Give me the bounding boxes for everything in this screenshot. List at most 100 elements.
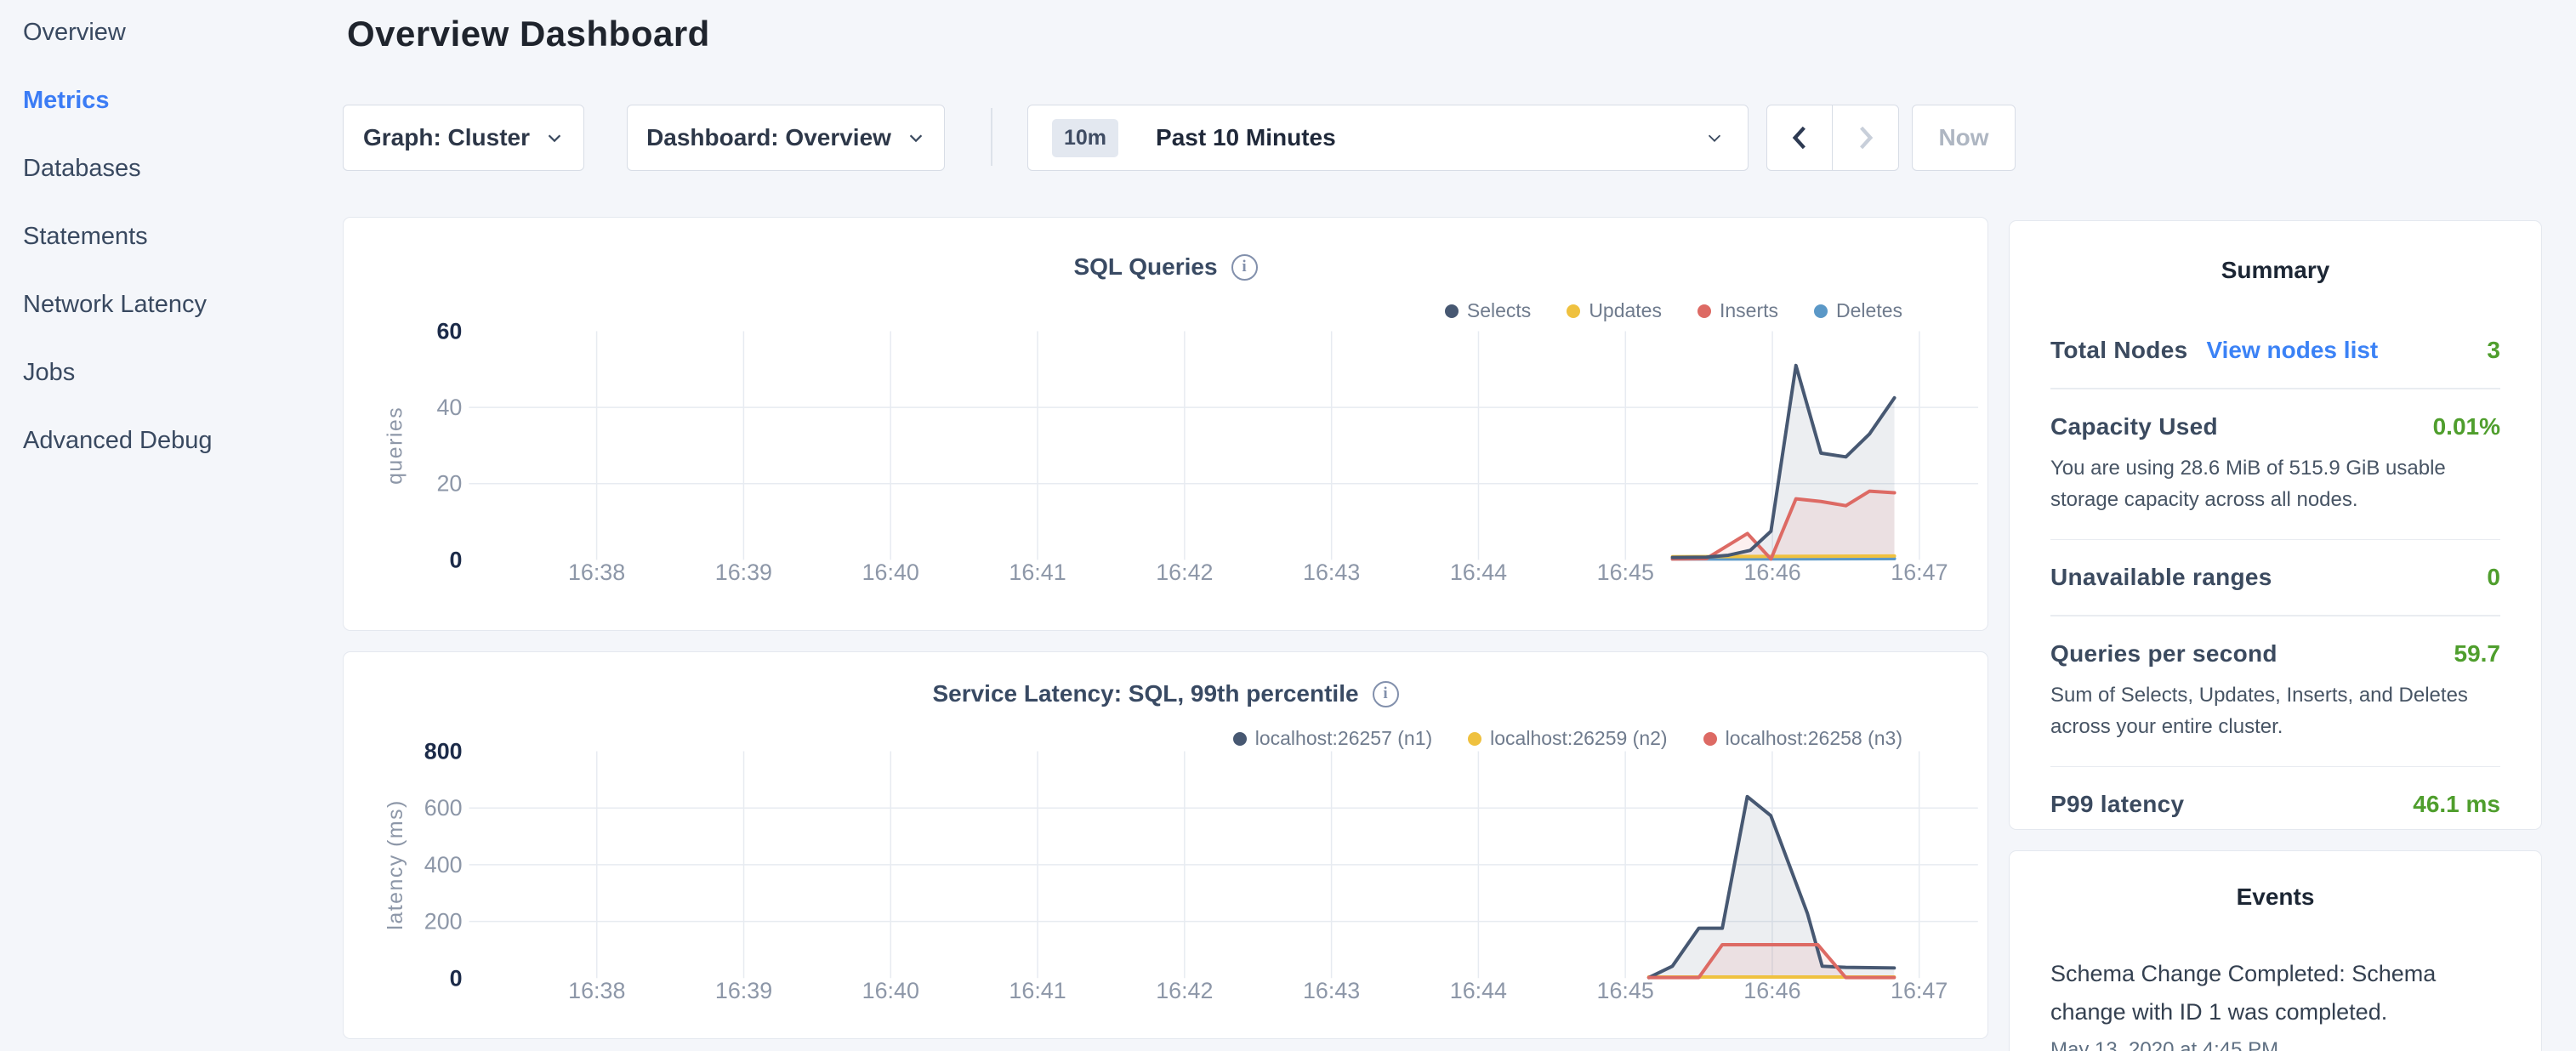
divider — [2050, 766, 2500, 768]
service-latency-card: 16:38 16:39 16:40 16:41 16:42 16:43 16:44 16:45… — [343, 651, 1988, 1039]
legend-item[interactable]: Selects — [1445, 299, 1531, 322]
legend-item[interactable]: localhost:26259 (n2) — [1468, 727, 1667, 750]
svg-text:16:39: 16:39 — [715, 978, 772, 1003]
series-dot — [1567, 304, 1580, 318]
prev-time-button[interactable] — [1766, 105, 1833, 171]
chart-legend: localhost:26257 (n1) localhost:26259 (n2… — [1233, 727, 1902, 750]
view-nodes-list-link[interactable]: View nodes list — [2206, 337, 2378, 364]
series-dot — [1697, 304, 1711, 318]
svg-text:600: 600 — [424, 795, 463, 821]
svg-text:800: 800 — [424, 738, 463, 764]
graph-dropdown-label: Graph: Cluster — [363, 124, 530, 151]
chart-title: Service Latency: SQL, 99th percentile i — [344, 680, 1987, 707]
dashboard-dropdown[interactable]: Dashboard: Overview — [627, 105, 945, 171]
capacity-used-value: 0.01% — [2433, 413, 2500, 440]
svg-text:latency (ms): latency (ms) — [384, 799, 407, 929]
sidebar-item-advanced-debug[interactable]: Advanced Debug — [23, 420, 340, 488]
events-panel: Events Schema Change Completed: Schema c… — [2009, 850, 2542, 1051]
sidebar-item-databases[interactable]: Databases — [23, 148, 340, 216]
svg-text:16:42: 16:42 — [1156, 560, 1213, 585]
legend-item[interactable]: localhost:26258 (n3) — [1703, 727, 1902, 750]
sidebar-item-overview[interactable]: Overview — [23, 12, 340, 80]
summary-row-qps: Queries per second 59.7 — [2050, 640, 2500, 668]
sidebar: Overview Metrics Databases Statements Ne… — [0, 0, 340, 1051]
sidebar-item-network-latency[interactable]: Network Latency — [23, 284, 340, 352]
svg-text:16:43: 16:43 — [1303, 978, 1360, 1003]
qps-description: Sum of Selects, Updates, Inserts, and De… — [2050, 679, 2500, 742]
p99-latency-value: 46.1 ms — [2413, 791, 2500, 818]
controls-bar: Graph: Cluster Dashboard: Overview 10m P… — [343, 105, 2018, 171]
chevron-down-icon — [907, 128, 925, 147]
divider — [2050, 539, 2500, 541]
time-step-buttons — [1766, 105, 1899, 171]
summary-row-capacity: Capacity Used 0.01% — [2050, 413, 2500, 440]
total-nodes-value: 3 — [2487, 337, 2500, 364]
event-item[interactable]: Schema Change Completed: Schema change w… — [2050, 955, 2500, 1031]
svg-text:16:46: 16:46 — [1743, 978, 1800, 1003]
svg-text:16:41: 16:41 — [1009, 978, 1066, 1003]
page-title: Overview Dashboard — [347, 14, 710, 54]
sidebar-item-jobs[interactable]: Jobs — [23, 352, 340, 420]
sidebar-item-statements[interactable]: Statements — [23, 216, 340, 284]
svg-text:60: 60 — [437, 318, 463, 344]
svg-text:16:46: 16:46 — [1743, 560, 1800, 585]
chevron-left-icon — [1788, 125, 1811, 151]
svg-text:400: 400 — [424, 852, 463, 878]
svg-text:16:45: 16:45 — [1597, 978, 1654, 1003]
svg-text:16:44: 16:44 — [1450, 560, 1507, 585]
capacity-description: You are using 28.6 MiB of 515.9 GiB usab… — [2050, 452, 2500, 515]
svg-text:16:40: 16:40 — [862, 978, 919, 1003]
svg-text:16:38: 16:38 — [568, 978, 625, 1003]
next-time-button[interactable] — [1833, 105, 1899, 171]
chevron-down-icon — [1705, 128, 1724, 147]
sidebar-item-metrics[interactable]: Metrics — [23, 80, 340, 148]
series-dot — [1703, 732, 1717, 746]
summary-row-total-nodes: Total Nodes View nodes list 3 — [2050, 337, 2500, 364]
divider — [2050, 388, 2500, 389]
time-range-dropdown[interactable]: 10m Past 10 Minutes — [1027, 105, 1749, 171]
service-latency-chart: 16:38 16:39 16:40 16:41 16:42 16:43 16:44 16:45… — [344, 652, 1987, 1038]
svg-text:16:45: 16:45 — [1597, 560, 1654, 585]
legend-item[interactable]: Updates — [1567, 299, 1662, 322]
series-dot — [1468, 732, 1481, 746]
chevron-right-icon — [1855, 125, 1877, 151]
info-icon[interactable]: i — [1373, 681, 1399, 707]
svg-text:40: 40 — [437, 395, 463, 420]
time-range-label: Past 10 Minutes — [1156, 124, 1690, 151]
divider — [2050, 615, 2500, 616]
series-dot — [1814, 304, 1828, 318]
main-content: Overview Dashboard Graph: Cluster Dashbo… — [343, 0, 1988, 1051]
series-dot — [1233, 732, 1247, 746]
graph-dropdown[interactable]: Graph: Cluster — [343, 105, 584, 171]
chart-legend: Selects Updates Inserts Deletes — [1445, 299, 1902, 322]
now-button[interactable]: Now — [1912, 105, 2016, 171]
svg-text:16:40: 16:40 — [862, 560, 919, 585]
svg-text:0: 0 — [450, 965, 463, 991]
svg-text:16:41: 16:41 — [1009, 560, 1066, 585]
chevron-down-icon — [545, 128, 564, 147]
time-range-badge: 10m — [1052, 119, 1118, 157]
dashboard-dropdown-label: Dashboard: Overview — [646, 124, 891, 151]
summary-title: Summary — [2050, 257, 2500, 284]
svg-text:200: 200 — [424, 909, 463, 935]
svg-text:16:39: 16:39 — [715, 560, 772, 585]
unavailable-ranges-value: 0 — [2487, 564, 2500, 591]
legend-item[interactable]: Deletes — [1814, 299, 1902, 322]
sql-queries-card: 16:3816:3916:4016:4116:4216:4316:4416:45… — [343, 217, 1988, 631]
series-dot — [1445, 304, 1459, 318]
svg-text:16:47: 16:47 — [1891, 978, 1948, 1003]
svg-text:0: 0 — [449, 547, 462, 572]
summary-row-p99: P99 latency 46.1 ms — [2050, 791, 2500, 818]
svg-text:16:42: 16:42 — [1156, 978, 1213, 1003]
chart-title: SQL Queries i — [344, 253, 1987, 281]
legend-item[interactable]: Inserts — [1697, 299, 1778, 322]
svg-text:queries: queries — [384, 406, 407, 485]
summary-row-unavailable-ranges: Unavailable ranges 0 — [2050, 564, 2500, 591]
svg-text:16:47: 16:47 — [1891, 560, 1948, 585]
info-icon[interactable]: i — [1231, 254, 1258, 281]
qps-value: 59.7 — [2454, 640, 2501, 668]
svg-text:16:43: 16:43 — [1303, 560, 1360, 585]
svg-text:16:44: 16:44 — [1450, 978, 1507, 1003]
legend-item[interactable]: localhost:26257 (n1) — [1233, 727, 1432, 750]
controls-divider — [991, 108, 992, 166]
